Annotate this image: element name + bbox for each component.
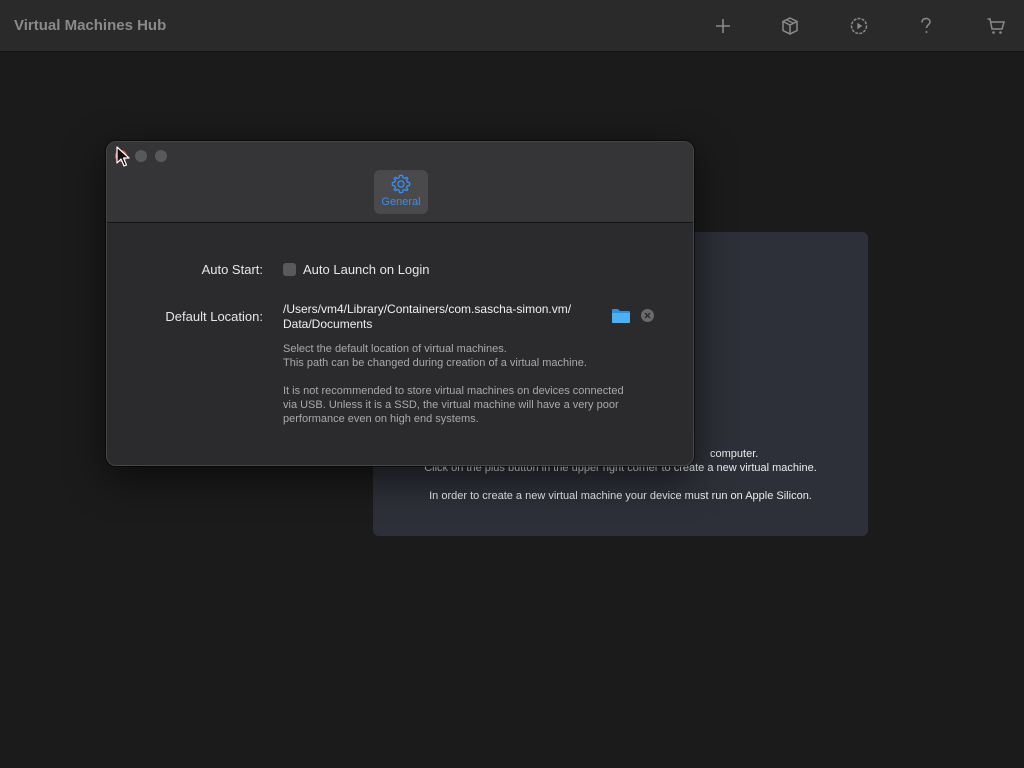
tab-general-label: General	[381, 196, 421, 208]
folder-icon	[612, 309, 630, 323]
location-help-line-4: via USB. Unless it is a SSD, the virtual…	[283, 399, 619, 411]
default-location-path-line-1: /Users/vm4/Library/Containers/com.sascha…	[283, 302, 572, 316]
default-location-path-line-2: Data/Documents	[283, 317, 373, 331]
tab-general[interactable]: General	[374, 170, 428, 214]
preferences-window: General Auto Start: Auto Launch on Login…	[106, 141, 694, 466]
preferences-toolbar: General	[107, 142, 693, 223]
empty-state-line-3: In order to create a new virtual machine…	[429, 490, 812, 502]
install-button[interactable]	[777, 13, 803, 39]
close-icon	[644, 312, 651, 319]
location-help-line-2: This path can be changed during creation…	[283, 357, 587, 369]
location-help-line-3: It is not recommended to store virtual m…	[283, 385, 624, 397]
help-button[interactable]	[913, 13, 939, 39]
choose-folder-button[interactable]	[611, 307, 631, 325]
app-toolbar: Virtual Machines Hub	[0, 0, 1024, 52]
clear-location-button[interactable]	[641, 309, 654, 322]
empty-state-line-1: computer.	[710, 448, 759, 460]
add-vm-button[interactable]	[710, 13, 736, 39]
mouse-cursor-icon	[116, 146, 130, 167]
auto-launch-checkbox-label[interactable]: Auto Launch on Login	[303, 262, 430, 277]
window-minimize-button[interactable]	[135, 150, 147, 162]
auto-start-label: Auto Start:	[201, 262, 263, 277]
app-title: Virtual Machines Hub	[14, 17, 167, 34]
location-help-line-5: performance even on high end systems.	[283, 413, 479, 425]
auto-launch-checkbox[interactable]	[283, 263, 296, 276]
location-help-line-1: Select the default location of virtual m…	[283, 343, 507, 355]
plus-icon	[716, 19, 730, 33]
run-button[interactable]	[846, 13, 872, 39]
store-button[interactable]	[983, 13, 1009, 39]
play-gauge-icon	[850, 17, 868, 35]
gear-icon	[391, 174, 411, 194]
window-zoom-button[interactable]	[155, 150, 167, 162]
cart-icon	[987, 18, 1005, 34]
question-icon	[921, 17, 931, 33]
package-icon	[782, 17, 798, 35]
default-location-label: Default Location:	[165, 309, 263, 324]
